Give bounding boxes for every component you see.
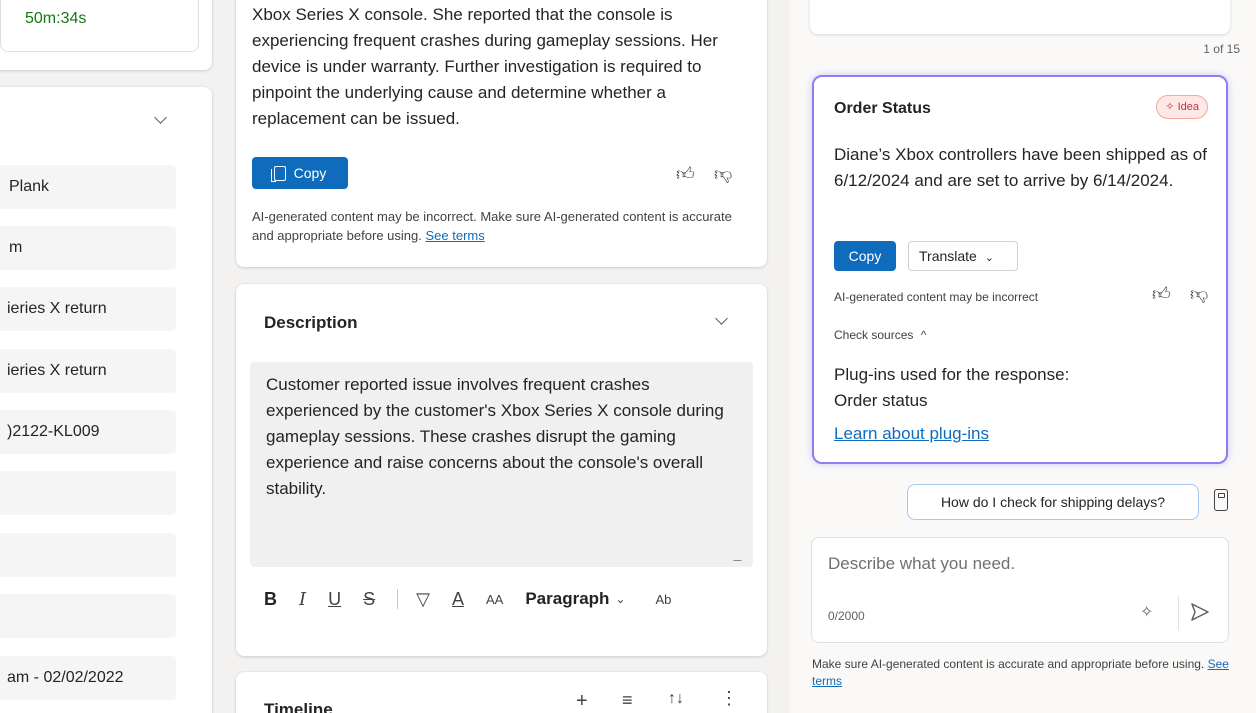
field-empty-3[interactable] <box>0 594 176 638</box>
description-text: Customer reported issue involves frequen… <box>266 375 724 498</box>
plugins-label: Plug-ins used for the response: <box>834 365 1070 384</box>
field-case-number[interactable]: )2122-KL009 <box>0 410 176 454</box>
italic-button[interactable]: I <box>299 589 306 610</box>
copy-button[interactable]: Copy <box>834 241 896 271</box>
copy-icon <box>270 165 286 182</box>
sparkle-icon: ✧ <box>1165 101 1178 113</box>
toolbar-divider <box>397 589 399 609</box>
idea-badge: ✧ Idea <box>1156 95 1208 119</box>
plugins-list: Plug-ins used for the response: Order st… <box>834 362 1069 414</box>
clipboard-icon[interactable] <box>1214 489 1228 511</box>
strikethrough-button[interactable]: S <box>363 589 375 610</box>
order-status-card: Order Status ✧ Idea Diane’s Xbox control… <box>812 75 1228 464</box>
session-timer: 50m:34s <box>25 10 87 27</box>
spellcheck-icon[interactable]: Ab <box>656 592 672 607</box>
font-color-icon[interactable]: A <box>452 589 464 610</box>
divider <box>1178 596 1179 630</box>
add-icon[interactable]: + <box>576 690 588 713</box>
more-icon[interactable]: ⋮ <box>720 688 738 709</box>
case-summary-card: Xbox Series X console. She reported that… <box>236 0 767 267</box>
suggested-prompt[interactable]: How do I check for shipping delays? <box>907 484 1199 520</box>
field-customer[interactable]: Plank <box>0 165 176 209</box>
timer-box: 50m:34s <box>0 0 199 52</box>
description-card: Description Customer reported issue invo… <box>236 284 767 656</box>
field-subject[interactable]: ieries X return <box>0 287 176 331</box>
description-title: Description <box>264 313 358 332</box>
chevron-up-icon: ^ <box>920 328 927 342</box>
translate-dropdown[interactable]: Translate ⌄ <box>908 241 1018 271</box>
resize-handle-icon[interactable] <box>733 553 749 561</box>
description-textarea[interactable]: Customer reported issue involves frequen… <box>250 362 753 567</box>
footer-disclaimer: Make sure AI-generated content is accura… <box>812 657 1229 688</box>
thumbs-up-icon[interactable]: 👍︎ <box>676 163 695 185</box>
timeline-card: Timeline + ≡ ↑↓ ⋮ <box>236 672 767 713</box>
rich-text-toolbar: B I U S ▽ A AA Paragraph ⌄ Ab <box>264 584 744 614</box>
char-count: 0/2000 <box>828 609 865 623</box>
paragraph-dropdown[interactable]: Paragraph <box>525 589 609 609</box>
field-case-title[interactable]: ieries X return <box>0 349 176 393</box>
thumbs-up-icon[interactable]: 👍︎ <box>1152 283 1171 305</box>
copy-button[interactable]: Copy <box>252 157 348 189</box>
sparkle-icon[interactable]: ✧ <box>1140 602 1153 622</box>
thumbs-down-icon[interactable]: 👎︎ <box>1190 283 1208 305</box>
copilot-pane: 1 of 15 Order Status ✧ Idea Diane’s Xbox… <box>790 0 1256 713</box>
see-terms-link[interactable]: See terms <box>425 228 484 243</box>
prompt-input[interactable] <box>828 554 1208 574</box>
chevron-down-icon[interactable]: ⌄ <box>615 592 625 606</box>
field-created-on[interactable]: am - 02/02/2022 <box>0 656 176 700</box>
prompt-box: 0/2000 ✧ <box>811 537 1229 643</box>
send-icon[interactable] <box>1190 602 1210 622</box>
font-size-button[interactable]: AA <box>486 592 503 607</box>
check-sources-toggle[interactable]: Check sources ^ <box>834 328 926 342</box>
response-pager: 1 of 15 <box>1203 42 1240 56</box>
order-status-title: Order Status <box>834 100 931 117</box>
field-empty-1[interactable] <box>0 471 176 515</box>
chevron-down-icon: ⌄ <box>984 252 994 264</box>
case-fields-card: Plank m ieries X return ieries X return … <box>0 87 212 713</box>
thumbs-down-icon[interactable]: 👎︎ <box>714 163 732 185</box>
chevron-down-icon[interactable] <box>154 111 167 124</box>
learn-plugins-link[interactable]: Learn about plug-ins <box>834 424 989 444</box>
ai-disclaimer: AI-generated content may be incorrect <box>834 290 1039 304</box>
highlight-icon[interactable]: ▽ <box>416 589 430 610</box>
underline-button[interactable]: U <box>328 589 341 610</box>
field-title[interactable]: m <box>0 226 176 270</box>
sort-icon[interactable]: ↑↓ <box>668 690 684 708</box>
summary-text: Xbox Series X console. She reported that… <box>252 5 718 128</box>
bold-button[interactable]: B <box>264 589 277 610</box>
order-status-text: Diane’s Xbox controllers have been shipp… <box>834 145 1207 190</box>
ai-disclaimer: AI-generated content may be incorrect. M… <box>252 209 732 243</box>
previous-response-card <box>810 0 1230 34</box>
filter-icon[interactable]: ≡ <box>622 690 633 711</box>
chevron-down-icon[interactable] <box>715 312 728 325</box>
field-empty-2[interactable] <box>0 533 176 577</box>
timeline-title: Timeline <box>264 700 333 713</box>
plugin-name: Order status <box>834 391 928 410</box>
timer-card: 50m:34s <box>0 0 212 70</box>
